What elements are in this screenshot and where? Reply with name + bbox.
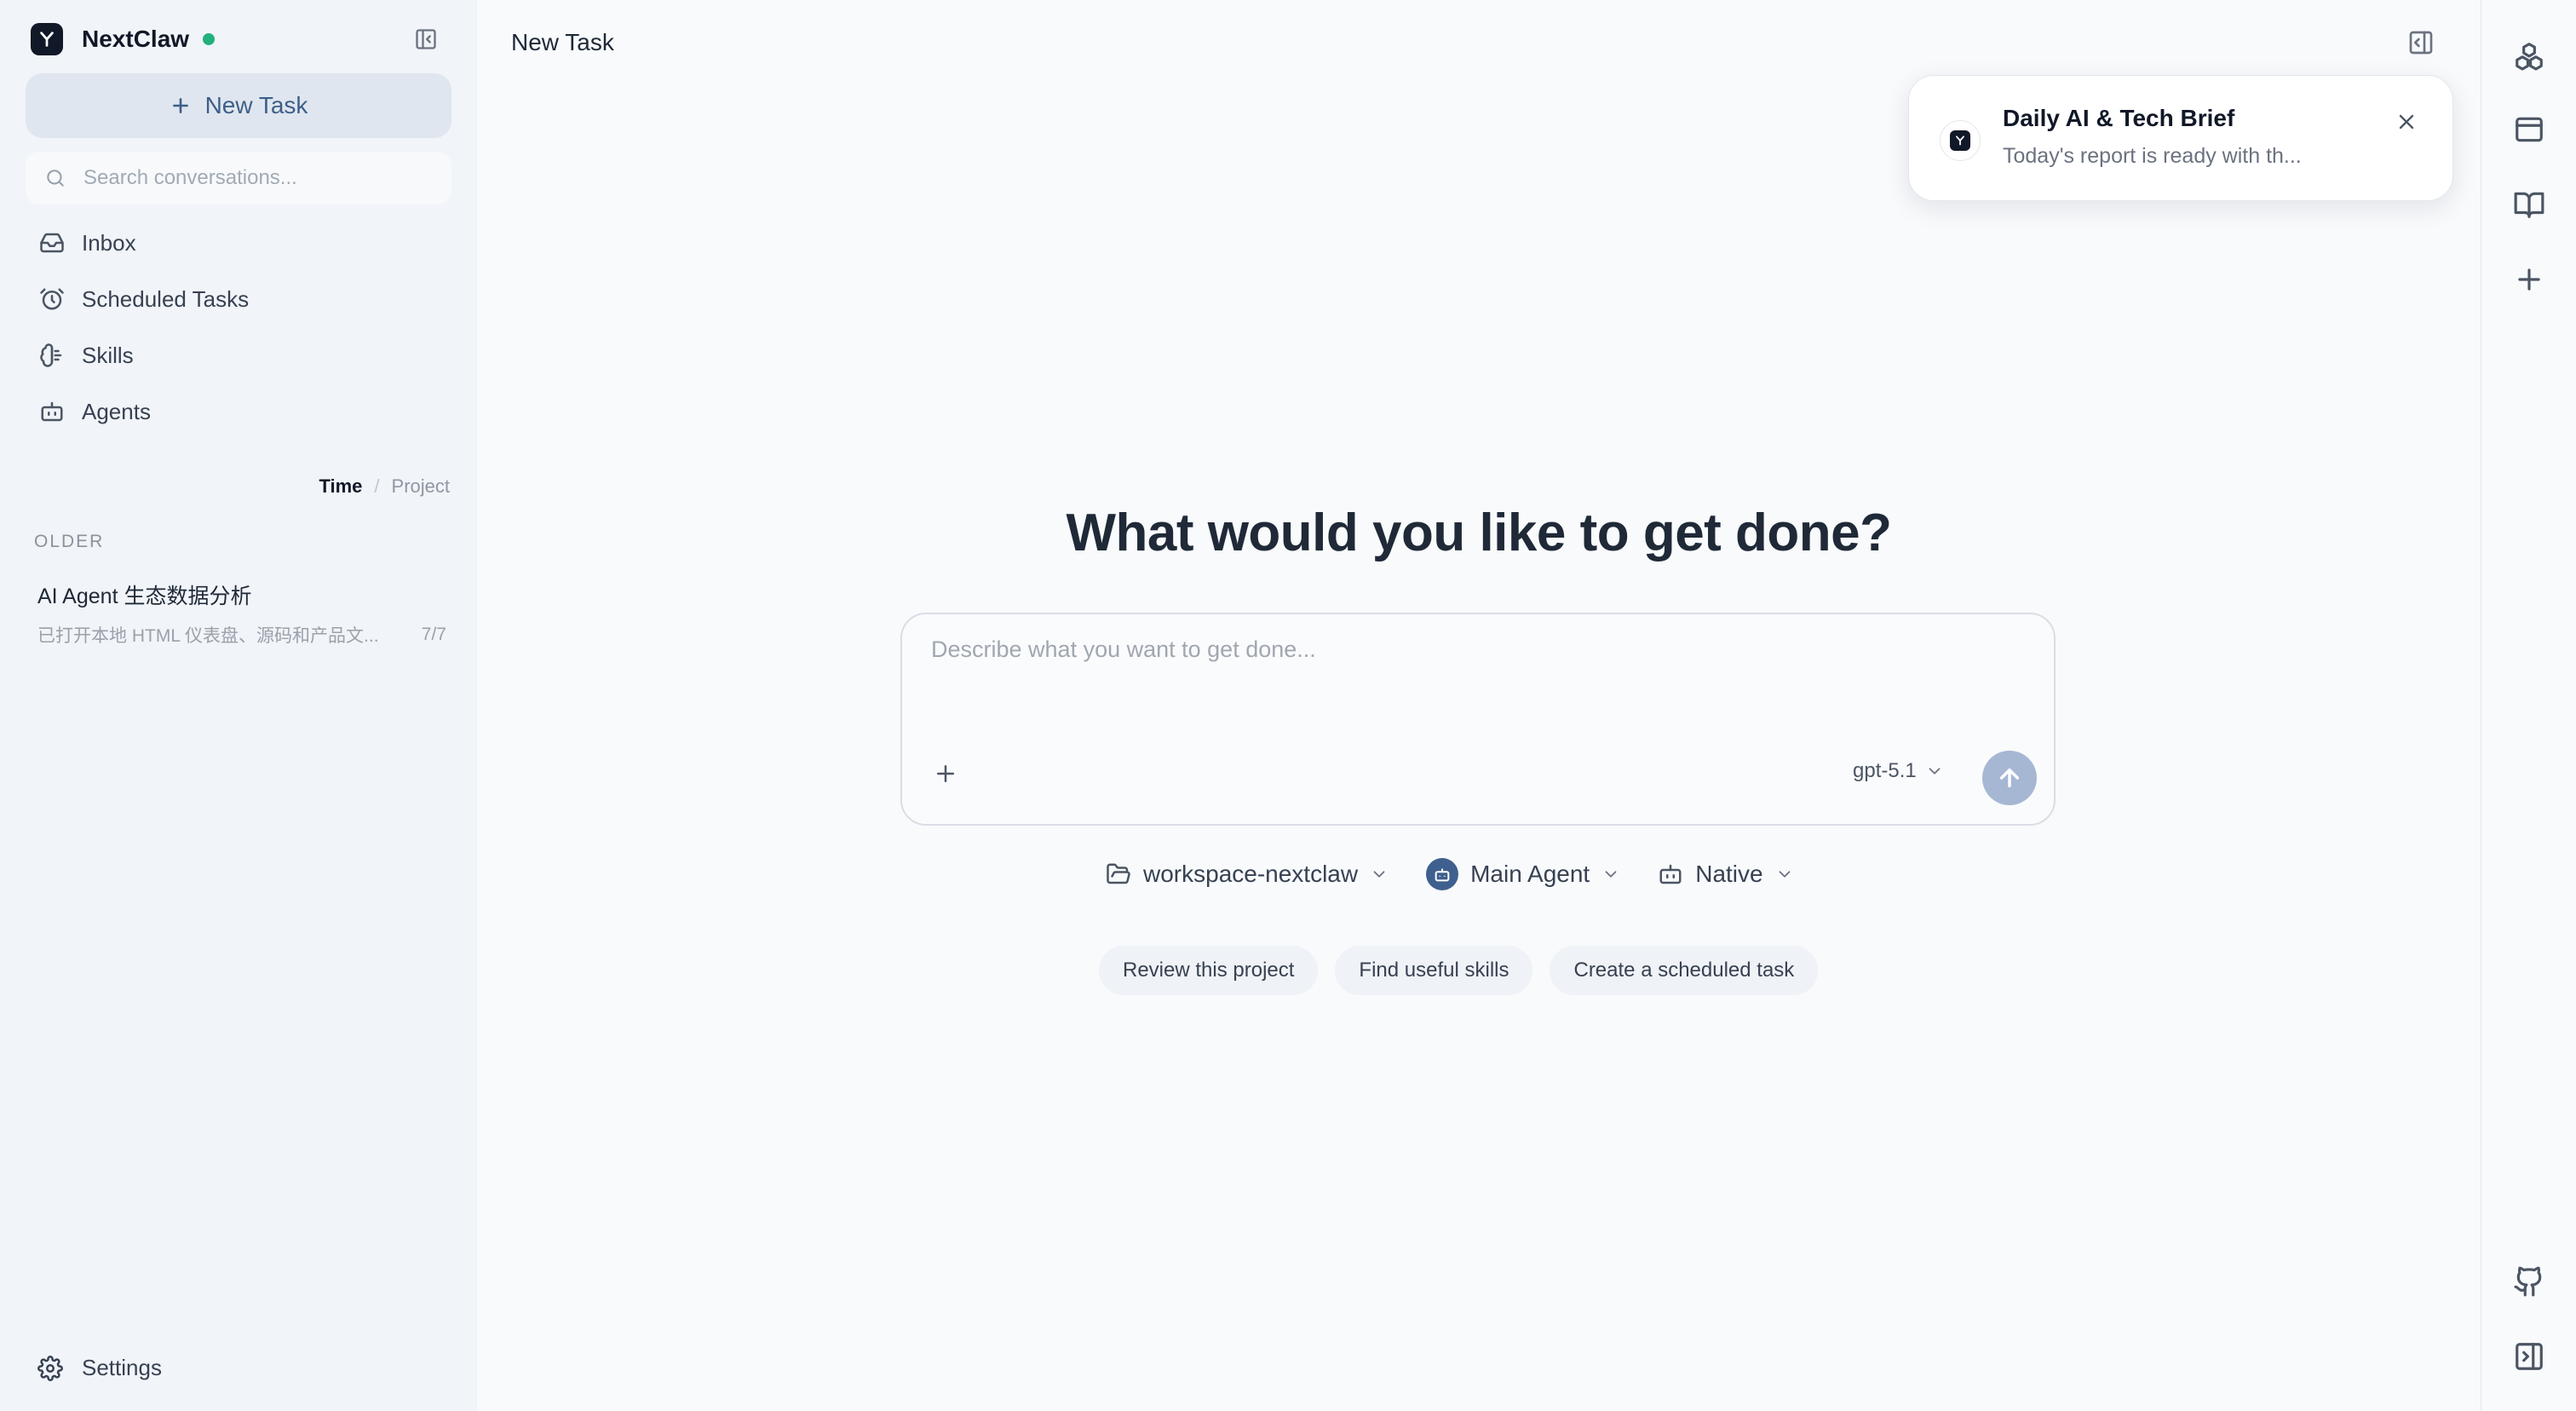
agent-avatar-icon [1426,858,1459,890]
chevron-down-icon [1601,865,1620,884]
hero-heading: What would you like to get done? [1066,504,1892,562]
status-dot [203,33,216,45]
new-task-button[interactable]: New Task [26,73,451,138]
sort-toggle: Time / Project [319,475,450,498]
attach-plus-icon[interactable] [933,761,958,786]
conversation-title: AI Agent 生态数据分析 [37,585,252,608]
sidebar-item-skills[interactable]: Skills [26,327,451,383]
bot-icon [1658,861,1683,887]
folder-open-icon [1106,861,1131,887]
suggestion-find-skills[interactable]: Find useful skills [1335,946,1533,995]
new-task-label: New Task [204,92,308,118]
app-logo-icon [31,23,63,55]
conversation-count: 7/7 [421,625,446,644]
brain-icon [37,341,66,370]
brand[interactable]: NextClaw [31,20,216,58]
sidebar-item-label: Agents [82,398,151,424]
close-icon[interactable] [2395,110,2418,134]
context-selectors: workspace-nextclaw Main Agent Native [1106,849,1831,900]
suggestion-chips: Review this project Find useful skills C… [1099,946,1835,995]
github-icon[interactable] [2510,1263,2548,1300]
sidebar-item-scheduled-tasks[interactable]: Scheduled Tasks [26,271,451,327]
model-name: gpt-5.1 [1853,759,1917,782]
chevron-down-icon [1925,762,1944,780]
conversation-subtitle: 已打开本地 HTML 仪表盘、源码和产品文... [37,626,379,646]
panel-toggle-icon[interactable] [2407,29,2435,56]
sort-project-option[interactable]: Project [392,475,450,498]
conversation-group-label: OLDER [34,532,105,551]
sidebar-item-agents[interactable]: Agents [26,383,451,440]
sidebar-item-label: Skills [82,342,134,368]
runtime-selector[interactable]: Native [1658,861,1793,888]
browser-window-icon[interactable] [2510,111,2548,148]
plus-icon [170,95,192,117]
sort-time-option[interactable]: Time [319,475,362,498]
search-input[interactable] [82,165,426,191]
agent-selector[interactable]: Main Agent [1426,858,1620,890]
app-name: NextClaw [82,26,190,52]
suggestion-review-project[interactable]: Review this project [1099,946,1319,995]
right-rail [2481,0,2576,1411]
composer: gpt-5.1 [900,613,2056,826]
arrow-up-icon [1996,764,2023,792]
model-select[interactable]: gpt-5.1 [1853,759,1944,783]
sidebar-nav: Inbox Scheduled Tasks Skills Agents [26,215,451,440]
gear-icon [37,1355,63,1381]
toast-body: Today's report is ready with th... [2003,144,2302,168]
inbox-icon [37,228,66,257]
suggestion-create-scheduled-task[interactable]: Create a scheduled task [1550,946,1819,995]
page-title: New Task [511,29,614,55]
toast-title: Daily AI & Tech Brief [2003,105,2235,131]
chevron-down-icon [1370,865,1389,884]
app-logo-icon [1940,120,1981,161]
search-box[interactable] [26,152,451,204]
send-button[interactable] [1982,751,2037,805]
settings-label: Settings [82,1355,162,1380]
panel-right-icon[interactable] [2510,1338,2548,1375]
sidebar-item-label: Scheduled Tasks [82,285,250,312]
sidebar-item-inbox[interactable]: Inbox [26,215,451,271]
collapse-sidebar-icon[interactable] [411,24,441,55]
search-icon [44,167,66,189]
sidebar-item-label: Inbox [82,229,136,256]
sort-separator: / [374,475,380,497]
workspace-selector[interactable]: workspace-nextclaw [1106,861,1389,888]
conversation-item[interactable]: AI Agent 生态数据分析 已打开本地 HTML 仪表盘、源码和产品文...… [37,579,446,648]
settings-button[interactable]: Settings [37,1355,162,1381]
runtime-name: Native [1695,861,1763,887]
book-open-icon[interactable] [2510,186,2548,223]
plus-icon[interactable] [2510,261,2548,298]
workspace-name: workspace-nextclaw [1143,861,1359,887]
agent-name: Main Agent [1470,861,1590,887]
bot-icon [37,397,66,426]
sidebar: NextClaw New Task Inbox Scheduled Tasks … [0,0,477,1411]
notification-toast[interactable]: Daily AI & Tech Brief Today's report is … [1908,75,2453,201]
chevron-down-icon [1775,865,1794,884]
alarm-clock-icon [37,285,66,314]
task-input[interactable] [929,635,2023,706]
boxes-icon[interactable] [2510,37,2548,75]
